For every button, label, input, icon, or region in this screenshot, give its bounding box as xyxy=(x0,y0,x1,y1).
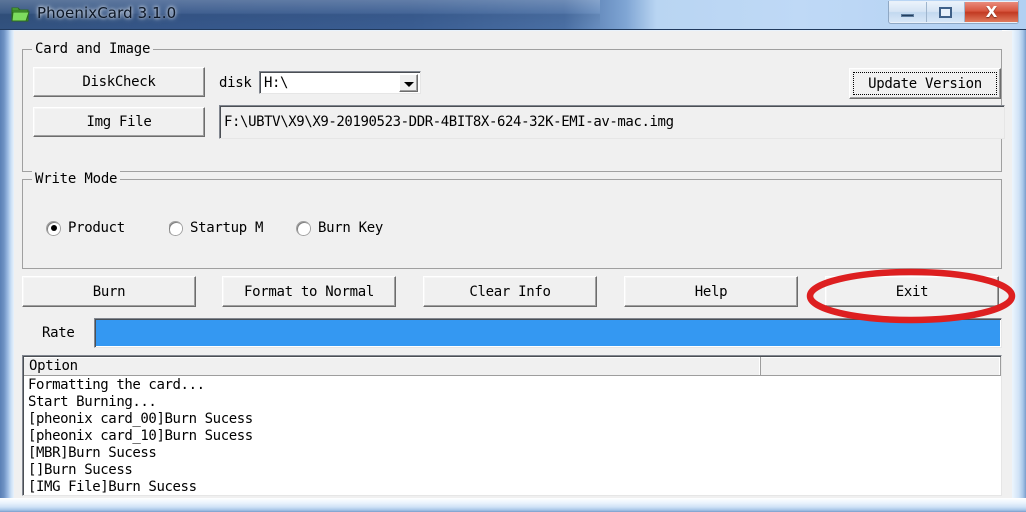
img-file-path-field[interactable]: F:\UBTV\X9\X9-20190523-DDR-4BIT8X-624-32… xyxy=(219,105,1005,139)
radio-startup-label: Startup M xyxy=(190,220,264,236)
img-file-label: Img File xyxy=(86,114,152,130)
radio-burn-key-indicator xyxy=(297,221,310,235)
rate-label: Rate xyxy=(42,325,75,341)
help-label: Help xyxy=(694,283,728,300)
write-mode-group: Write Mode Product Startup M Burn Key xyxy=(22,171,1002,269)
log-list[interactable]: Option Formatting the card... Start Burni… xyxy=(22,355,1002,496)
exit-button[interactable]: Exit xyxy=(825,276,999,307)
radio-startup-indicator xyxy=(169,221,182,235)
close-button[interactable]: X xyxy=(965,2,1018,22)
radio-burn-key[interactable]: Burn Key xyxy=(297,220,383,236)
burn-label: Burn xyxy=(92,283,126,300)
card-and-image-group: Card and Image DiskCheck disk H:\ Img Fi… xyxy=(22,41,1005,172)
window-controls: X xyxy=(888,1,1019,24)
maximize-button[interactable] xyxy=(927,2,965,22)
client-area: Card and Image DiskCheck disk H:\ Img Fi… xyxy=(14,31,1012,498)
log-row[interactable]: Formatting the card... xyxy=(25,377,999,394)
exit-label: Exit xyxy=(895,283,929,300)
radio-product-label: Product xyxy=(68,220,125,236)
write-mode-legend: Write Mode xyxy=(32,171,121,187)
update-version-button[interactable]: Update Version xyxy=(849,68,1001,99)
phoenixcard-window: PhoenixCard 3.1.0 X Card and Image DiskC… xyxy=(0,0,1026,512)
radio-burn-key-label: Burn Key xyxy=(318,220,384,236)
folder-icon xyxy=(11,6,30,23)
help-button[interactable]: Help xyxy=(624,276,798,307)
update-version-label: Update Version xyxy=(868,75,982,92)
chevron-down-icon[interactable] xyxy=(399,74,418,92)
burn-button[interactable]: Burn xyxy=(22,276,196,307)
img-file-button[interactable]: Img File xyxy=(33,107,205,137)
disk-label: disk xyxy=(219,75,252,91)
window-title: PhoenixCard 3.1.0 xyxy=(37,4,177,22)
disk-check-button[interactable]: DiskCheck xyxy=(33,67,205,97)
minimize-button[interactable] xyxy=(889,2,927,22)
card-and-image-legend: Card and Image xyxy=(32,41,154,57)
close-icon: X xyxy=(985,3,998,21)
disk-select[interactable]: H:\ xyxy=(259,71,421,94)
radio-startup[interactable]: Startup M xyxy=(169,220,285,236)
clear-info-button[interactable]: Clear Info xyxy=(423,276,597,307)
title-bar: PhoenixCard 3.1.0 X xyxy=(0,0,1026,30)
disk-check-label: DiskCheck xyxy=(82,74,156,90)
log-list-body: Formatting the card... Start Burning... [p… xyxy=(25,377,999,493)
format-to-normal-button[interactable]: Format to Normal xyxy=(222,276,396,307)
log-row[interactable]: Start Burning... xyxy=(25,394,999,411)
log-list-header: Option xyxy=(24,357,1001,376)
rate-progress-fill xyxy=(96,320,1000,346)
rate-progress-bar xyxy=(94,318,1002,348)
log-row[interactable]: []Burn Sucess xyxy=(25,462,999,479)
radio-product[interactable]: Product xyxy=(47,220,125,236)
window-frame-bottom xyxy=(0,498,1026,512)
log-column-blank[interactable] xyxy=(761,357,1001,376)
disk-select-value: H:\ xyxy=(264,74,289,91)
radio-product-indicator xyxy=(47,221,60,235)
format-to-normal-label: Format to Normal xyxy=(243,283,375,300)
img-file-path-value: F:\UBTV\X9\X9-20190523-DDR-4BIT8X-624-32… xyxy=(224,114,674,130)
log-row[interactable]: [IMG File]Burn Sucess xyxy=(25,479,999,493)
log-row[interactable]: [MBR]Burn Sucess xyxy=(25,445,999,462)
clear-info-label: Clear Info xyxy=(469,283,551,300)
log-row[interactable]: [pheonix card_00]Burn Sucess xyxy=(25,411,999,428)
log-row[interactable]: [pheonix card_10]Burn Sucess xyxy=(25,428,999,445)
log-column-option[interactable]: Option xyxy=(24,357,761,376)
